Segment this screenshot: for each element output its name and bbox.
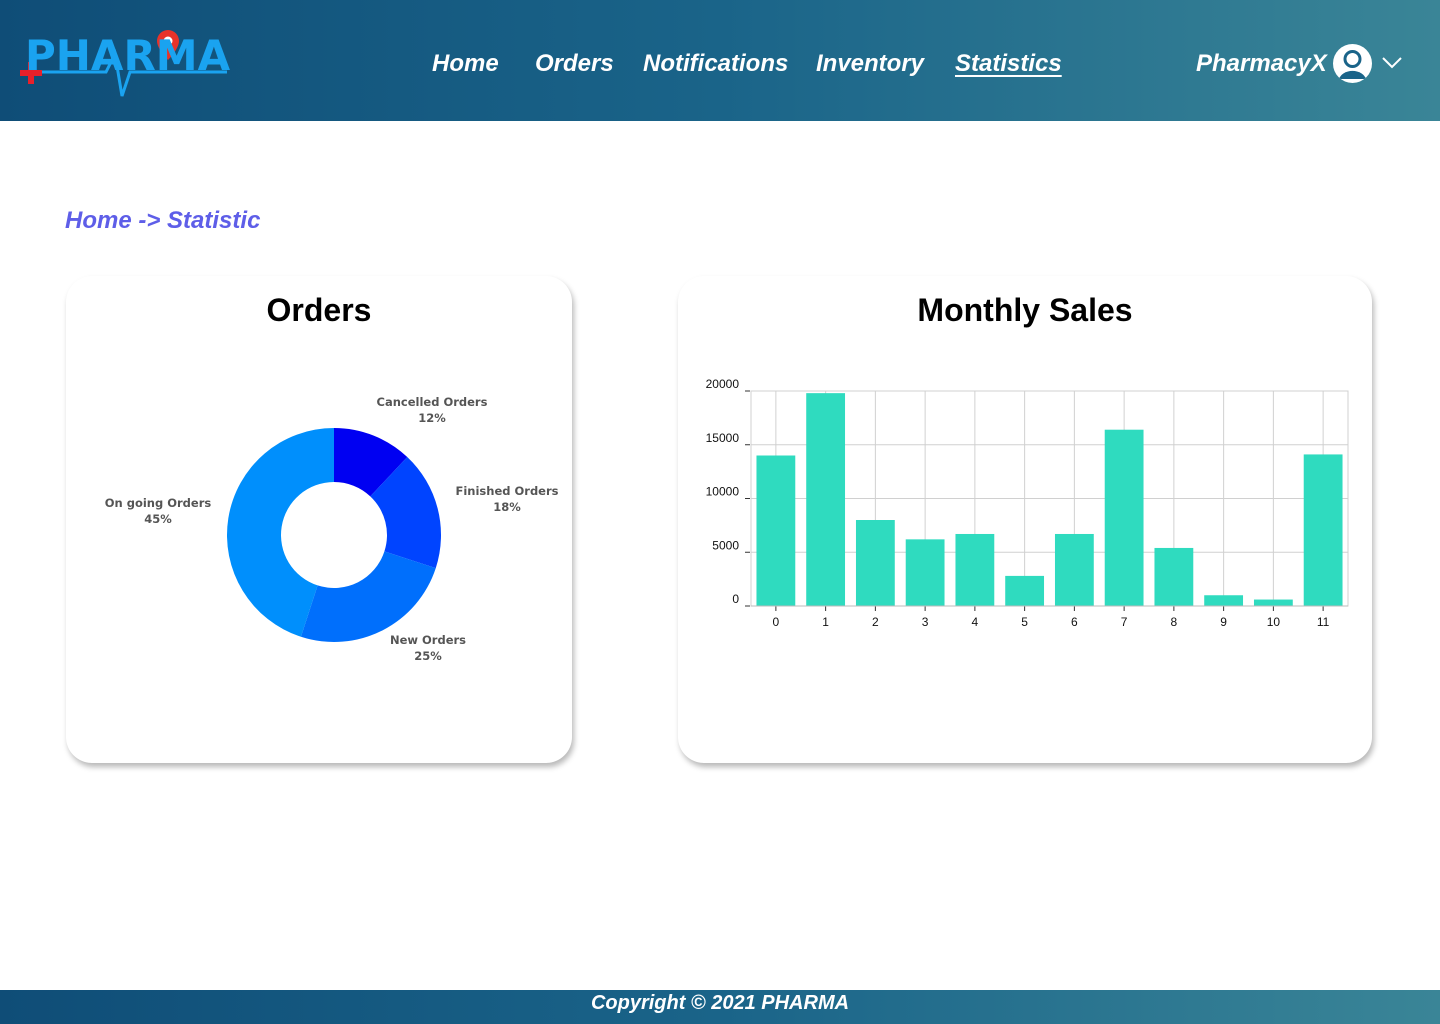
- bar-6: [1054, 533, 1094, 606]
- donut-slice-new-orders: [300, 551, 436, 642]
- y-tick-label: 20000: [706, 377, 740, 391]
- x-tick-label: 0: [773, 615, 780, 629]
- donut-value-on-going-orders: 45%: [144, 512, 172, 526]
- breadcrumb-separator: ->: [138, 207, 161, 234]
- y-tick-label: 15000: [706, 431, 740, 445]
- sales-card: Monthly Sales 0 5000 10000 15000 20000 0 1 2 3 4 5…: [678, 276, 1372, 763]
- breadcrumb: Home -> Statistic: [65, 203, 260, 239]
- logo-text: PHARMA: [25, 31, 231, 80]
- bar-7: [1104, 429, 1144, 606]
- user-name[interactable]: PharmacyX: [1196, 44, 1327, 84]
- pharma-logo[interactable]: PHARMA: [18, 24, 233, 104]
- x-tick-label: 8: [1171, 615, 1178, 629]
- copyright-text: Copyright © 2021 PHARMA: [590, 992, 850, 1014]
- nav-statistics[interactable]: Statistics: [955, 44, 1062, 84]
- x-tick-label: 2: [872, 615, 879, 629]
- nav-notifications[interactable]: Notifications: [643, 44, 788, 84]
- bar-3: [905, 539, 945, 606]
- donut-label-finished-orders: Finished Orders: [456, 484, 559, 498]
- x-tick-label: 10: [1267, 615, 1281, 629]
- orders-card: Orders Cancelled Orders 12% Finished Order…: [66, 276, 572, 763]
- x-tick-label: 1: [822, 615, 829, 629]
- x-tick-label: 4: [972, 615, 979, 629]
- bar-4: [955, 533, 995, 606]
- user-icon[interactable]: [1333, 44, 1372, 83]
- x-tick-label: 3: [922, 615, 929, 629]
- bar-9: [1204, 595, 1244, 606]
- x-tick-label: 9: [1220, 615, 1227, 629]
- bar-10: [1253, 599, 1293, 606]
- bar-5: [1005, 575, 1045, 606]
- x-tick-label: 11: [1317, 615, 1330, 629]
- bar-11: [1303, 454, 1343, 606]
- donut-label-on-going-orders: On going Orders: [105, 496, 212, 510]
- breadcrumb-home[interactable]: Home: [65, 207, 132, 234]
- donut-value-new-orders: 25%: [414, 649, 442, 663]
- footer: Copyright © 2021 PHARMA: [0, 990, 1440, 1024]
- nav-home[interactable]: Home: [432, 44, 499, 84]
- y-tick-label: 10000: [706, 485, 740, 499]
- x-tick-label: 5: [1021, 615, 1028, 629]
- bar-8: [1154, 547, 1194, 606]
- donut-value-finished-orders: 18%: [493, 500, 521, 514]
- bar-2: [855, 520, 895, 606]
- x-tick-label: 7: [1121, 615, 1128, 629]
- nav-orders[interactable]: Orders: [535, 44, 614, 84]
- nav-inventory[interactable]: Inventory: [816, 44, 924, 84]
- orders-donut-chart: Cancelled Orders 12% Finished Orders 18% New…: [105, 395, 559, 663]
- y-tick-label: 0: [732, 592, 739, 606]
- top-header: PHARMA Home Orders Notifications Invento…: [0, 0, 1440, 121]
- bar-0: [756, 455, 796, 606]
- monthly-sales-bar-chart: 0 5000 10000 15000 20000 0 1 2 3 4 5 6 7 8 9 10 11: [706, 377, 1349, 629]
- breadcrumb-current: Statistic: [167, 207, 261, 234]
- donut-label-cancelled-orders: Cancelled Orders: [377, 395, 488, 409]
- donut-label-new-orders: New Orders: [390, 633, 466, 647]
- chevron-down-icon[interactable]: [1381, 56, 1403, 70]
- x-tick-label: 6: [1071, 615, 1078, 629]
- donut-value-cancelled-orders: 12%: [418, 411, 446, 425]
- y-tick-label: 5000: [712, 538, 739, 552]
- bar-1: [806, 393, 846, 606]
